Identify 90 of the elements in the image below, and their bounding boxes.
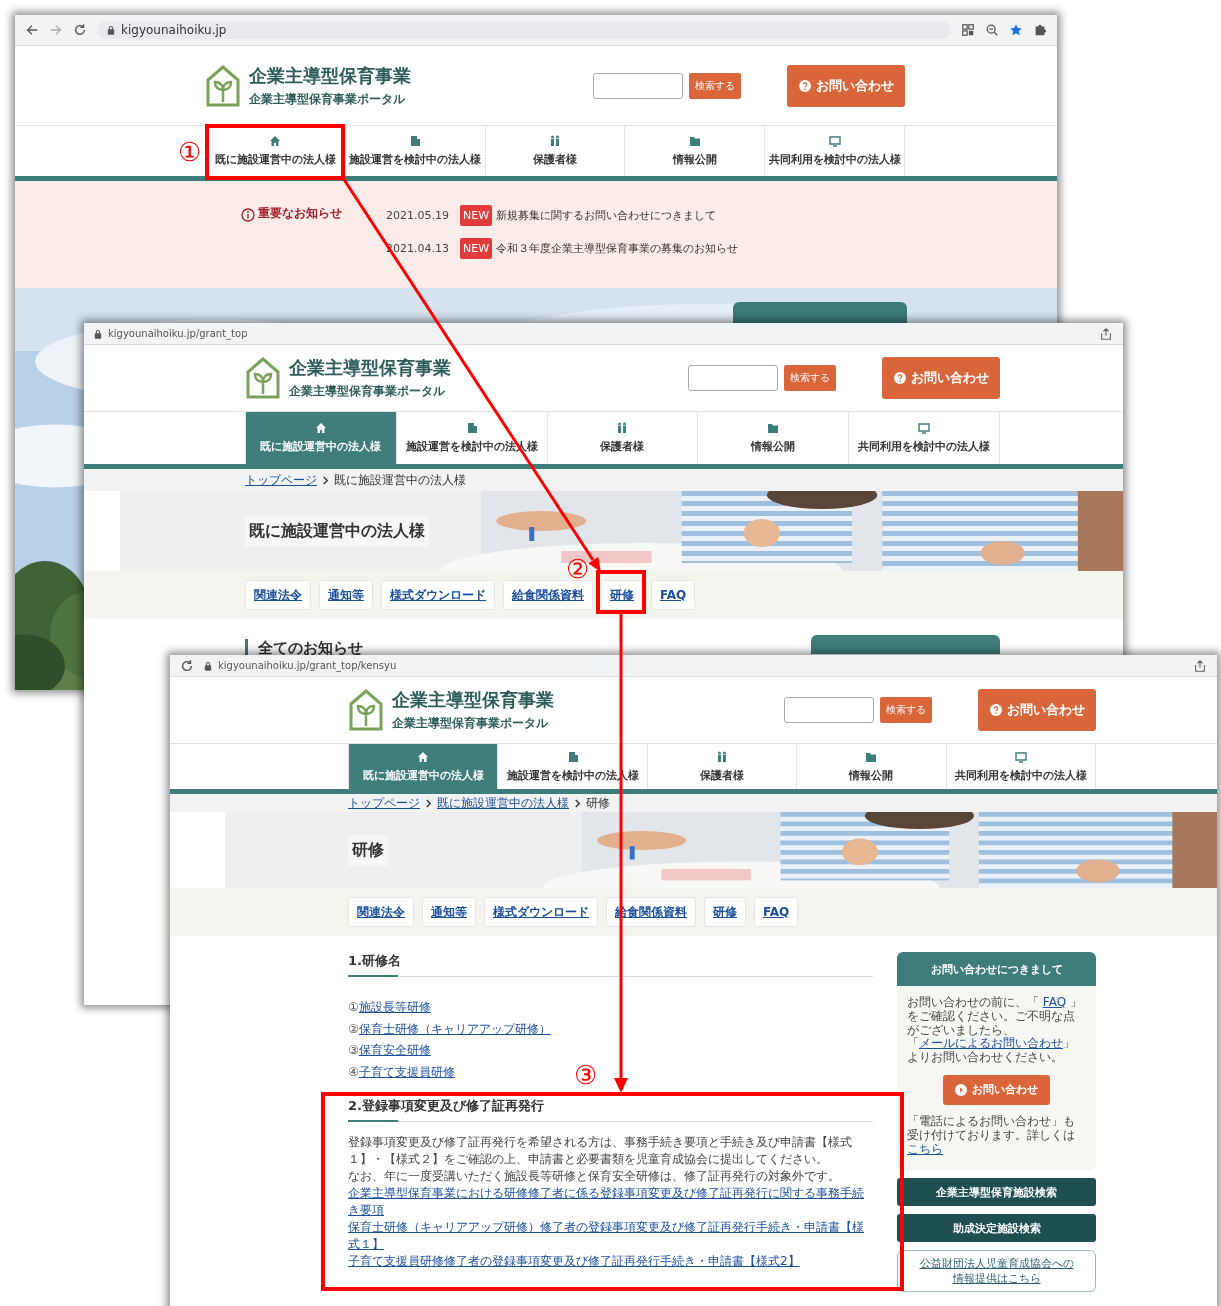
step-number: ③ [574,1062,597,1088]
list-number: ③ [348,1043,359,1057]
training-link[interactable]: 保育士研修（キャリアアップ研修） [358,1021,551,1036]
building-icon [566,750,579,763]
subnav-link[interactable]: FAQ [754,897,799,927]
list-number: ④ [348,1064,359,1079]
document-link[interactable]: 企業主導型保育事業における研修修了者に係る登録事項変更及び修了証再発行に関する事務手続き要項 [348,1185,873,1219]
logo-icon[interactable] [348,688,384,732]
nav-tab[interactable]: 既に施設運営中の法人様 [348,744,498,789]
search-field[interactable] [593,72,683,99]
star-icon[interactable] [1009,23,1023,37]
subnav-link[interactable]: 関連法令 [348,897,414,927]
search-button[interactable]: 検索する [880,697,932,723]
page-title: 研修 [348,834,388,866]
nav-tab[interactable]: 共同利用を検討中の法人様 [764,126,905,176]
notice-heading: 重要なお知らせ [258,205,342,222]
share-icon[interactable] [1099,326,1113,341]
puzzle-icon[interactable] [1033,23,1047,37]
step-number: ① [178,139,201,165]
search-button[interactable]: 検索する [689,72,741,99]
qr-code-icon[interactable] [961,23,975,37]
lock-icon [107,25,115,35]
document-link[interactable]: 保育士研修（キャリアアップ研修）修了者の登録事項変更及び修了証再発行手続き・申請書【様式１】 [348,1219,873,1253]
notice-date: 2021.05.19 [386,209,450,222]
chevron-icon [574,798,581,808]
info-link-button[interactable]: 公益財団法人児童育成協会への情報提供はこちら [897,1250,1096,1293]
contact-button[interactable]: お問い合わせ [787,64,905,107]
chevron-icon [425,798,432,808]
search-link-button[interactable]: 企業主導型保育施設検索 [897,1178,1096,1207]
info-icon [241,208,255,222]
home-icon [269,135,282,147]
new-badge: NEW [460,205,493,226]
nav-tab[interactable]: 共同利用を検討中の法人様 [945,744,1097,789]
notice-link[interactable]: 令和３年度企業主導型保育事業の募集のお知らせ [496,241,739,256]
subnav-link[interactable]: 様式ダウンロード [484,897,598,927]
list-number: ① [348,1000,359,1014]
share-icon[interactable] [1193,658,1207,673]
text-link[interactable]: メールによるお問い合わせ [919,1036,1063,1051]
subnav-link[interactable]: 研修 [704,897,746,927]
document-link[interactable]: 子育て支援員研修修了者の登録事項変更及び修了証再発行手続き・申請書【様式2】 [348,1253,800,1270]
people-icon [549,135,561,147]
nav-tab[interactable]: 保護者様 [484,126,625,176]
nav-tab[interactable]: 既に施設運営中の法人様 [205,126,345,176]
logo-icon[interactable] [205,63,241,108]
contact-button[interactable]: お問い合わせ [943,1075,1050,1105]
panel-title: お問い合わせにつきまして [897,952,1096,986]
search-link-button[interactable]: 助成決定施設検索 [897,1214,1096,1243]
phone-note: 「電話によるお問い合わせ」も受け付けております。詳しくは こちら [906,1113,1076,1157]
site-subtitle: 企業主導型保育事業ポータル [392,715,549,732]
nav-tab[interactable]: 保護者様 [646,744,797,789]
monitor-icon [1014,750,1027,763]
subnav-link[interactable]: 通知等 [422,897,476,927]
play-circle-icon [955,1084,967,1096]
nav-tab[interactable]: 施設運営を検討中の法人様 [344,126,485,176]
training-link[interactable]: 保育安全研修 [358,1043,431,1057]
nav-tab[interactable]: 情報公開 [624,126,765,176]
breadcrumb-link[interactable]: 既に施設運営中の法人様 [437,794,569,812]
monitor-icon [828,135,841,147]
reload-icon[interactable] [73,23,87,37]
help-icon [798,79,811,92]
list-number: ② [348,1021,359,1036]
folder-icon [688,135,701,147]
section-heading: 1.研修名 [348,952,873,977]
text-link[interactable]: こちら [907,1141,943,1156]
training-link[interactable]: 子育て支援員研修 [358,1064,455,1079]
address-bar[interactable]: kigyounaihoiku.jp [97,21,951,39]
zoom-icon[interactable] [985,23,999,37]
site-title: 企業主導型保育事業 [249,63,411,88]
contact-button[interactable]: お問い合わせ [978,689,1096,731]
home-icon [417,750,430,763]
notice-link[interactable]: 新規募集に関するお問い合わせにつきまして [496,208,717,223]
site-subtitle: 企業主導型保育事業ポータル [249,90,406,108]
section-heading: 2.登録事項変更及び修了証再発行 [348,1097,873,1122]
url-text: kigyounaihoiku.jp [121,23,227,37]
paragraph: なお、年に一度受講いただく施設長等研修と保育安全研修は、修了証再発行の対象外です。 [348,1168,841,1185]
nav-tab[interactable]: 情報公開 [796,744,946,789]
text-link[interactable]: FAQ [1042,995,1067,1009]
search-field[interactable] [784,697,874,723]
new-badge: NEW [460,238,493,259]
site-title: 企業主導型保育事業 [392,688,554,712]
inquiry-note: お問い合わせの前に、「 FAQ 」をご確認ください。ご不明な点がございましたら、「メールによるお問い合わせ」よりお問い合わせください。 [906,994,1083,1065]
help-icon [989,704,1002,716]
building-icon [409,135,422,147]
breadcrumb-current: 研修 [586,794,610,812]
folder-icon [865,750,878,763]
back-icon[interactable] [25,23,39,37]
people-icon [716,750,728,763]
breadcrumb-link[interactable]: トップページ [348,794,420,812]
training-link[interactable]: 施設長等研修 [358,1000,431,1014]
paragraph: 登録事項変更及び修了証再発行を希望される方は、事務手続き要項と手続き及び申請書【様式１】・【様式２】をご確認の上、申請書と必要書類を児童育成協会に提出してください。 [348,1134,853,1168]
